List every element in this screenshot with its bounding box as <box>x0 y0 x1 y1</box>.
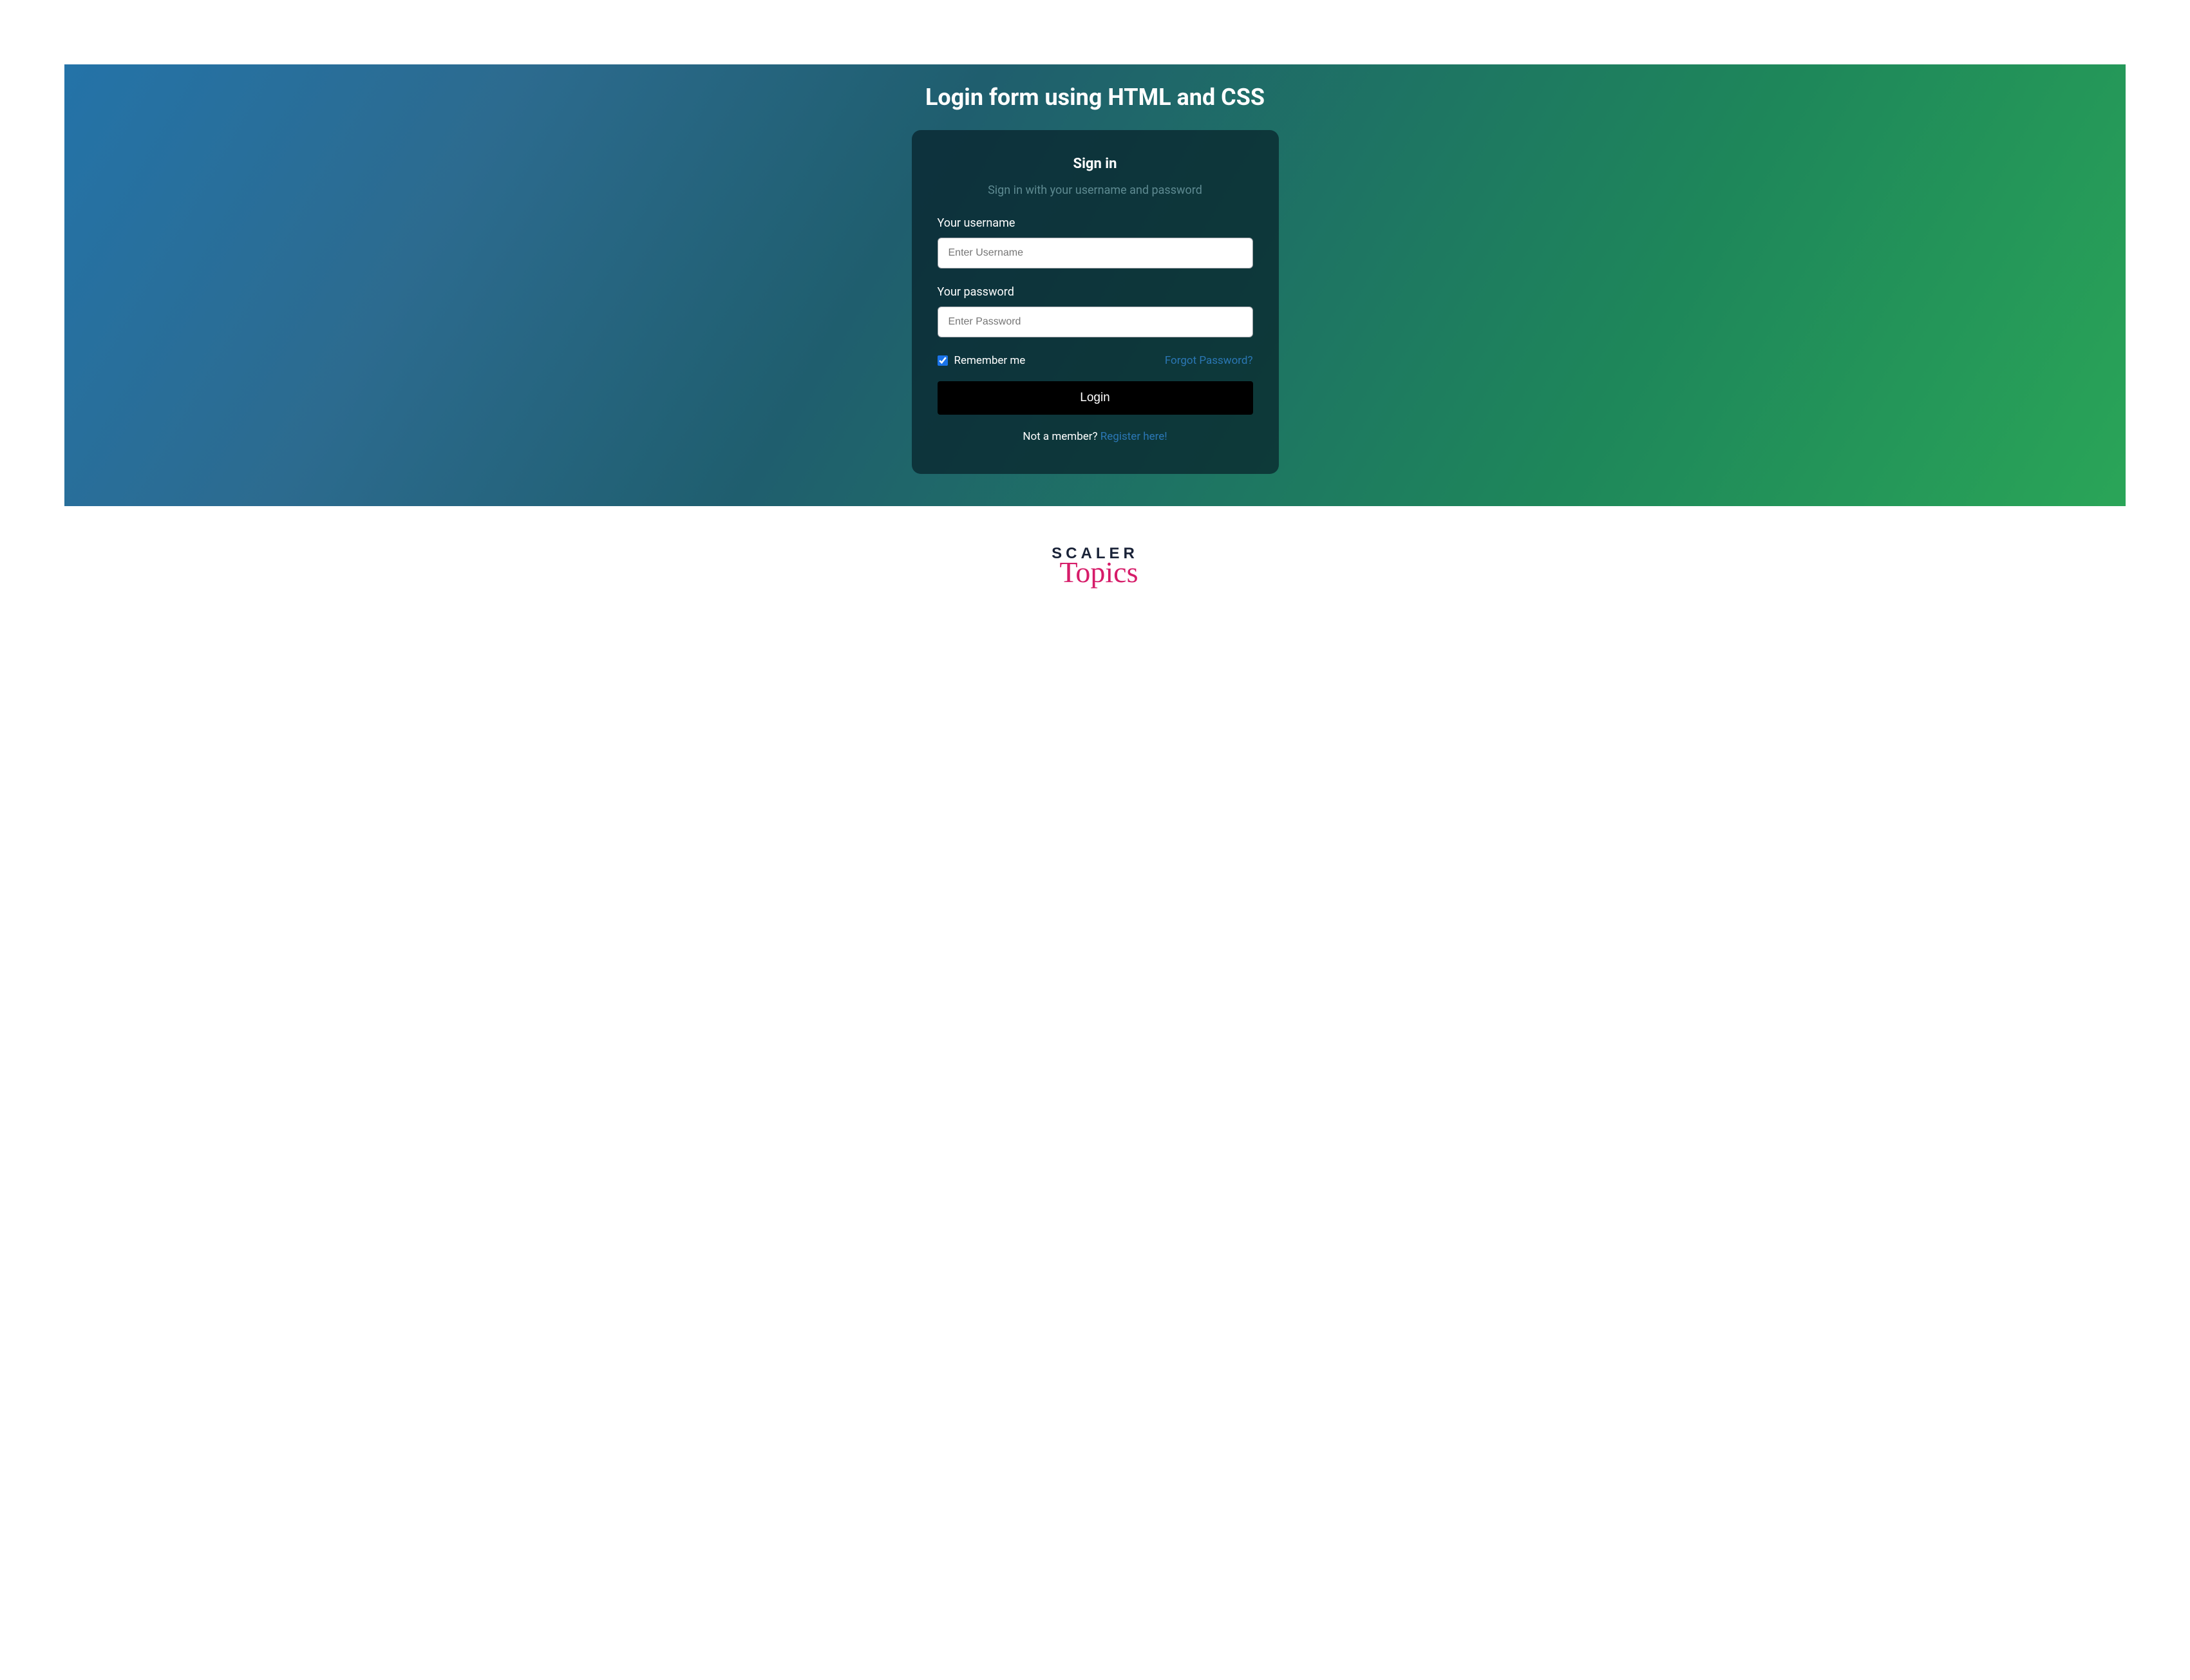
brand-logo: SCALER Topics <box>1052 545 1138 589</box>
remember-me-checkbox[interactable] <box>938 355 948 366</box>
register-prompt: Not a member? <box>1023 430 1100 443</box>
card-subheading: Sign in with your username and password <box>938 184 1253 197</box>
register-link[interactable]: Register here! <box>1100 430 1167 443</box>
remember-me-wrap[interactable]: Remember me <box>938 354 1026 367</box>
login-card: Sign in Sign in with your username and p… <box>912 130 1279 474</box>
forgot-password-link[interactable]: Forgot Password? <box>1165 354 1253 367</box>
password-input[interactable] <box>938 307 1253 337</box>
register-row: Not a member? Register here! <box>938 430 1253 443</box>
card-heading: Sign in <box>938 156 1253 172</box>
brand-topics-text: Topics <box>1059 555 1138 589</box>
login-button[interactable]: Login <box>938 381 1253 415</box>
username-input[interactable] <box>938 238 1253 269</box>
username-label: Your username <box>938 216 1253 230</box>
remember-me-label: Remember me <box>954 354 1026 367</box>
page-title: Login form using HTML and CSS <box>925 84 1265 111</box>
password-label: Your password <box>938 285 1253 299</box>
gradient-background-panel: Login form using HTML and CSS Sign in Si… <box>64 64 2126 506</box>
